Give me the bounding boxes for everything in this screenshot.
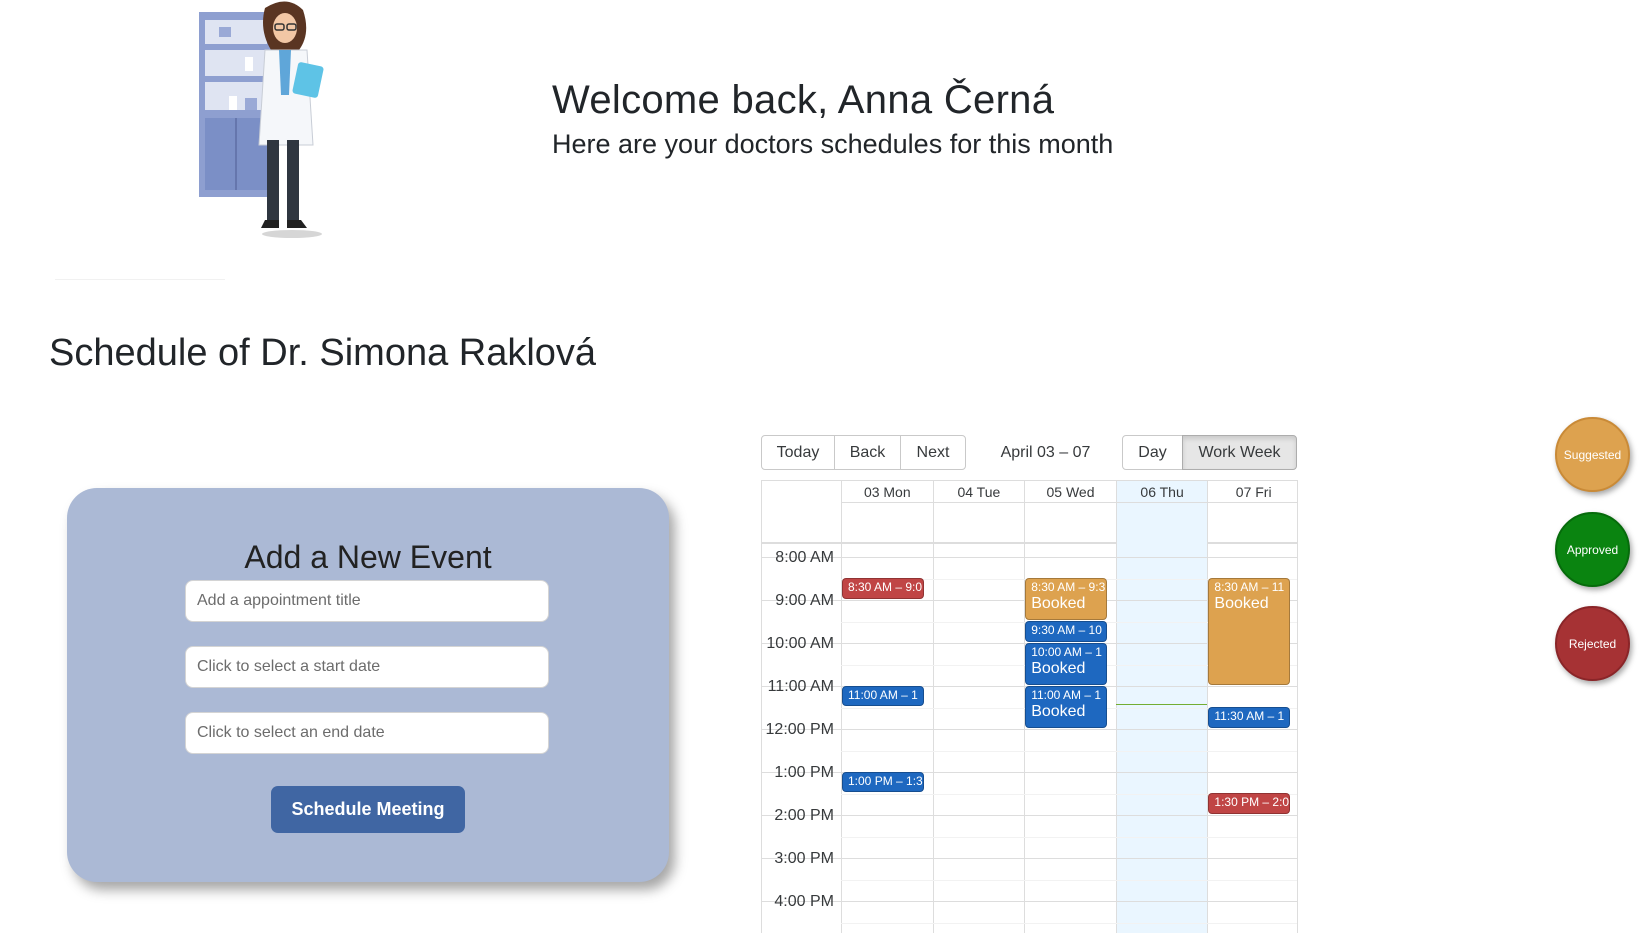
hour-gridline (762, 901, 1297, 902)
legend-rejected: Rejected (1555, 606, 1630, 681)
calendar-event[interactable]: 11:30 AM – 1 (1208, 707, 1290, 728)
event-title: Booked (1031, 702, 1086, 720)
legend-suggested: Suggested (1555, 417, 1630, 492)
event-time: 11:00 AM – 1 (1031, 687, 1102, 702)
calendar-event[interactable]: 8:30 AM – 9:0 (842, 578, 924, 599)
date-range-label: April 03 – 07 (1000, 444, 1091, 461)
hour-gridline (762, 557, 1297, 558)
event-time: 9:30 AM – 10 (1031, 623, 1102, 638)
time-label: 8:00 AM (775, 548, 834, 566)
event-time: 11:30 AM – 1 (1214, 709, 1285, 724)
time-label: 4:00 PM (774, 892, 834, 910)
welcome-title: Welcome back, Anna Černá (552, 78, 1055, 122)
calendar-event[interactable]: 11:00 AM – 1 Booked (1025, 685, 1107, 728)
day-column-header[interactable]: 05 Wed (1024, 481, 1116, 544)
event-time: 1:30 PM – 2:0 (1214, 795, 1290, 810)
end-date-input[interactable] (185, 712, 549, 754)
start-date-input[interactable] (185, 646, 549, 688)
current-time-indicator (1115, 703, 1208, 705)
half-hour-gridline (841, 922, 1297, 924)
calendar-event[interactable]: 1:30 PM – 2:0 (1208, 793, 1290, 814)
half-hour-gridline (841, 879, 1297, 881)
calendar-event[interactable]: 9:30 AM – 10 (1025, 621, 1107, 642)
calendar-event[interactable]: 11:00 AM – 1 (842, 685, 924, 707)
half-hour-gridline (841, 836, 1297, 838)
event-time: 8:30 AM – 9:0 (848, 580, 923, 595)
hour-gridline (762, 729, 1297, 730)
event-time: 8:30 AM – 9:3 (1031, 580, 1106, 595)
day-column-header[interactable]: 04 Tue (932, 481, 1025, 544)
event-time: 11:00 AM – 1 (848, 687, 918, 702)
schedule-meeting-button[interactable]: Schedule Meeting (271, 786, 465, 833)
calendar-time-grid: 8:00 AM 9:00 AM 10:00 AM 11:00 AM 12:00 PM 1:… (762, 544, 1297, 933)
day-column-header[interactable]: 07 Fri (1207, 481, 1297, 544)
day-label: 03 Mon (842, 483, 933, 503)
back-button[interactable]: Back (834, 435, 901, 470)
day-column[interactable] (841, 544, 933, 933)
week-calendar: 03 Mon 04 Tue 05 Wed 06 Thu 07 Fri 8:00 AM 9:… (761, 480, 1298, 933)
time-label: 9:00 AM (775, 591, 834, 609)
calendar-event[interactable]: 8:30 AM – 11 Booked (1208, 578, 1290, 685)
schedule-title: Schedule of Dr. Simona Raklová (49, 332, 597, 374)
day-label: 04 Tue (933, 483, 1025, 503)
event-title: Booked (1031, 595, 1086, 613)
event-time: 10:00 AM – 1 (1031, 644, 1102, 659)
time-label: 10:00 AM (766, 634, 834, 652)
doctor-illustration (199, 1, 324, 238)
day-label: 06 Thu (1116, 483, 1208, 503)
legend-approved: Approved (1555, 512, 1630, 587)
today-button[interactable]: Today (761, 435, 835, 470)
divider (55, 279, 225, 280)
day-view-button[interactable]: Day (1122, 435, 1183, 470)
event-title: Booked (1031, 659, 1086, 677)
time-label: 2:00 PM (774, 806, 834, 824)
add-event-card: Add a New Event Schedule Meeting (67, 488, 669, 882)
hour-gridline (762, 815, 1297, 816)
next-button[interactable]: Next (900, 435, 966, 470)
event-time: 8:30 AM – 11 (1214, 580, 1285, 595)
time-label: 1:00 PM (774, 763, 834, 781)
time-label: 12:00 PM (765, 720, 834, 738)
calendar-event[interactable]: 8:30 AM – 9:3 Booked (1025, 578, 1107, 621)
half-hour-gridline (841, 750, 1297, 752)
welcome-subtitle: Here are your doctors schedules for this… (552, 129, 1114, 159)
event-title: Booked (1214, 595, 1269, 613)
appointment-title-input[interactable] (185, 580, 549, 622)
day-label: 07 Fri (1208, 483, 1297, 503)
day-column-header[interactable]: 06 Thu (1115, 481, 1208, 544)
time-label: 11:00 AM (767, 677, 834, 695)
calendar-header: 03 Mon 04 Tue 05 Wed 06 Thu 07 Fri (762, 481, 1297, 544)
hour-gridline (762, 858, 1297, 859)
day-column[interactable] (1115, 544, 1208, 933)
add-event-title: Add a New Event (244, 539, 492, 575)
calendar-nav-group: Today Back Next (761, 435, 966, 470)
welcome-header: Welcome back, Anna Černá Here are your d… (552, 78, 1113, 160)
day-column-header[interactable]: 03 Mon (841, 481, 933, 544)
event-time: 1:00 PM – 1:3 (848, 773, 923, 788)
time-label: 3:00 PM (774, 849, 834, 867)
work-week-view-button[interactable]: Work Week (1182, 435, 1297, 470)
calendar-event[interactable]: 10:00 AM – 1 Booked (1025, 642, 1107, 685)
calendar-view-group: Day Work Week (1122, 435, 1297, 470)
day-label: 05 Wed (1025, 483, 1116, 503)
day-column[interactable] (932, 544, 1025, 933)
calendar-event[interactable]: 1:00 PM – 1:3 (842, 771, 924, 793)
